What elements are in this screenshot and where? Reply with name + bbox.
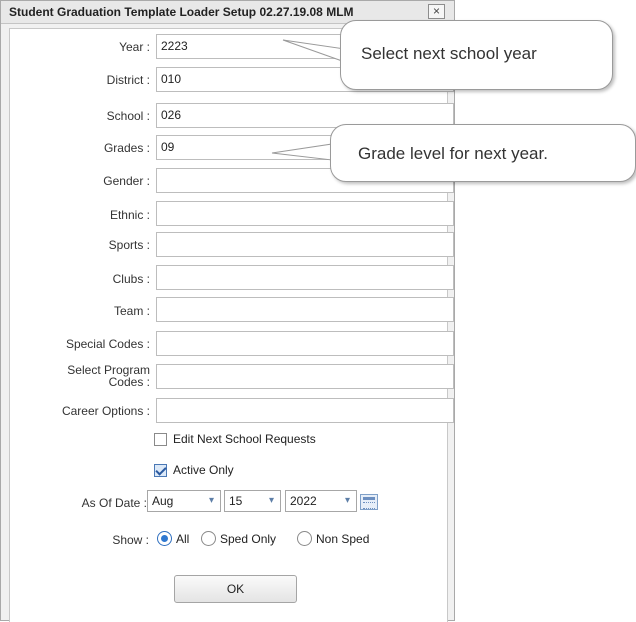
grades-callout-text: Grade level for next year. — [358, 144, 548, 163]
year-callout-text: Select next school year — [361, 44, 537, 63]
callout-pointers — [271, 39, 346, 161]
year-callout: Select next school year — [340, 20, 613, 90]
grades-callout-pointer — [271, 143, 333, 161]
grades-callout: Grade level for next year. — [330, 124, 636, 182]
year-callout-pointer — [282, 39, 346, 63]
